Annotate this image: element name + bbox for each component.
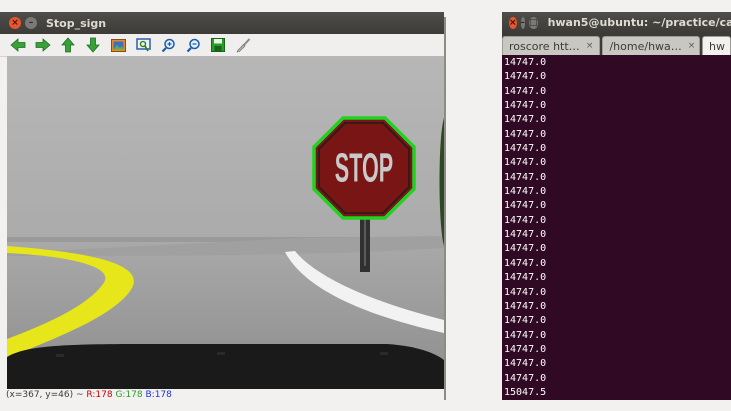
- terminal-line: 14747.0: [504, 315, 547, 327]
- terminal-line: 14747.0: [504, 229, 547, 241]
- viewer-toolbar: [0, 34, 444, 57]
- close-window-icon[interactable]: ×: [9, 17, 21, 29]
- terminal-line: 14747.0: [504, 114, 547, 126]
- down-arrow-icon: [86, 37, 100, 53]
- save-button[interactable]: [209, 36, 227, 54]
- terminal-line: 14747.0: [504, 57, 547, 68]
- tab-label: roscore htt…: [509, 39, 580, 53]
- tab-close-icon[interactable]: ×: [580, 41, 594, 51]
- terminal-line: 14747.0: [504, 272, 547, 284]
- zoom-out-icon: [186, 38, 200, 52]
- stop-sign-text: STOP: [335, 145, 393, 190]
- terminal-line: 14747.0: [504, 243, 547, 255]
- terminal-line: 14747.0: [504, 372, 547, 384]
- window-divider: [444, 17, 446, 400]
- terminal-line: 14747.0: [504, 85, 547, 97]
- pixel-status-bar: (x=367, y=46) ~ R:178 G:178 B:178: [6, 389, 172, 401]
- up-button[interactable]: [59, 36, 77, 54]
- terminal-tabbar: roscore htt… × /home/hwa… × hw: [502, 33, 731, 55]
- terminal-output[interactable]: 14747.0 14747.0 14747.0 14747.0 14747.0 14747…: [504, 56, 731, 400]
- close-window-icon[interactable]: ×: [509, 16, 517, 29]
- blue-value: B:178: [145, 390, 172, 400]
- zoom-fit-icon: [135, 37, 151, 51]
- terminal-line: 14747.0: [504, 128, 547, 140]
- image-viewer-window: × – Stop_sign STOP (x=367, y=46) ~ R:178…: [0, 12, 444, 400]
- terminal-line: 14747.0: [504, 329, 547, 341]
- terminal-line: 14747.0: [504, 200, 547, 212]
- terminal-line: 14747.0: [504, 186, 547, 198]
- terminal-line: 14747.0: [504, 300, 547, 312]
- tab-close-icon[interactable]: ×: [682, 41, 696, 51]
- terminal-titlebar[interactable]: × – □ hwan5@ubuntu: ~/practice/cal: [502, 12, 731, 33]
- terminal-line: 14747.0: [504, 257, 547, 269]
- terminal-line: 14747.0: [504, 343, 547, 355]
- terminal-line: 14747.0: [504, 71, 547, 83]
- terminal-title: hwan5@ubuntu: ~/practice/cal: [547, 16, 731, 29]
- down-button[interactable]: [84, 36, 102, 54]
- terminal-line: 15047.5: [504, 386, 547, 398]
- forward-button[interactable]: [34, 36, 52, 54]
- minimize-window-icon[interactable]: –: [25, 17, 37, 29]
- forward-arrow-icon: [35, 38, 51, 52]
- terminal-line: 14747.0: [504, 157, 547, 169]
- green-value: G:178: [115, 390, 143, 400]
- zoom-in-button[interactable]: [159, 36, 177, 54]
- simulated-scene: [7, 56, 444, 389]
- zoom-in-icon: [161, 38, 175, 52]
- back-button[interactable]: [9, 36, 27, 54]
- red-value: R:178: [86, 390, 113, 400]
- minimize-window-icon[interactable]: –: [520, 16, 526, 29]
- terminal-tab-active[interactable]: hw: [701, 36, 731, 55]
- tab-label: /home/hwa…: [609, 39, 682, 53]
- back-arrow-icon: [10, 38, 26, 52]
- terminal-line: 14747.0: [504, 171, 547, 183]
- terminal-line: 14747.0: [504, 143, 547, 155]
- terminal-window: × – □ hwan5@ubuntu: ~/practice/cal rosco…: [502, 12, 731, 400]
- zoom-out-button[interactable]: [184, 36, 202, 54]
- up-arrow-icon: [61, 37, 75, 53]
- camera-image[interactable]: STOP: [7, 56, 444, 389]
- terminal-line: 14747.0: [504, 358, 547, 370]
- image-button[interactable]: [109, 36, 127, 54]
- cursor-coordinates: (x=367, y=46) ~: [6, 390, 87, 400]
- terminal-tab[interactable]: /home/hwa… ×: [602, 36, 700, 55]
- properties-button[interactable]: [234, 36, 252, 54]
- tab-label: hw: [708, 39, 725, 53]
- terminal-line: 14747.0: [504, 286, 547, 298]
- brush-icon: [235, 37, 250, 52]
- viewer-title: Stop_sign: [46, 16, 107, 30]
- terminal-line: 14747.0: [504, 214, 547, 226]
- save-icon: [211, 38, 225, 52]
- zoom-fit-button[interactable]: [134, 36, 152, 54]
- viewer-titlebar[interactable]: × – Stop_sign: [0, 12, 444, 34]
- image-icon: [110, 38, 126, 52]
- terminal-line: 14747.0: [504, 100, 547, 112]
- terminal-tab[interactable]: roscore htt… ×: [502, 36, 601, 55]
- maximize-window-icon[interactable]: □: [529, 16, 538, 29]
